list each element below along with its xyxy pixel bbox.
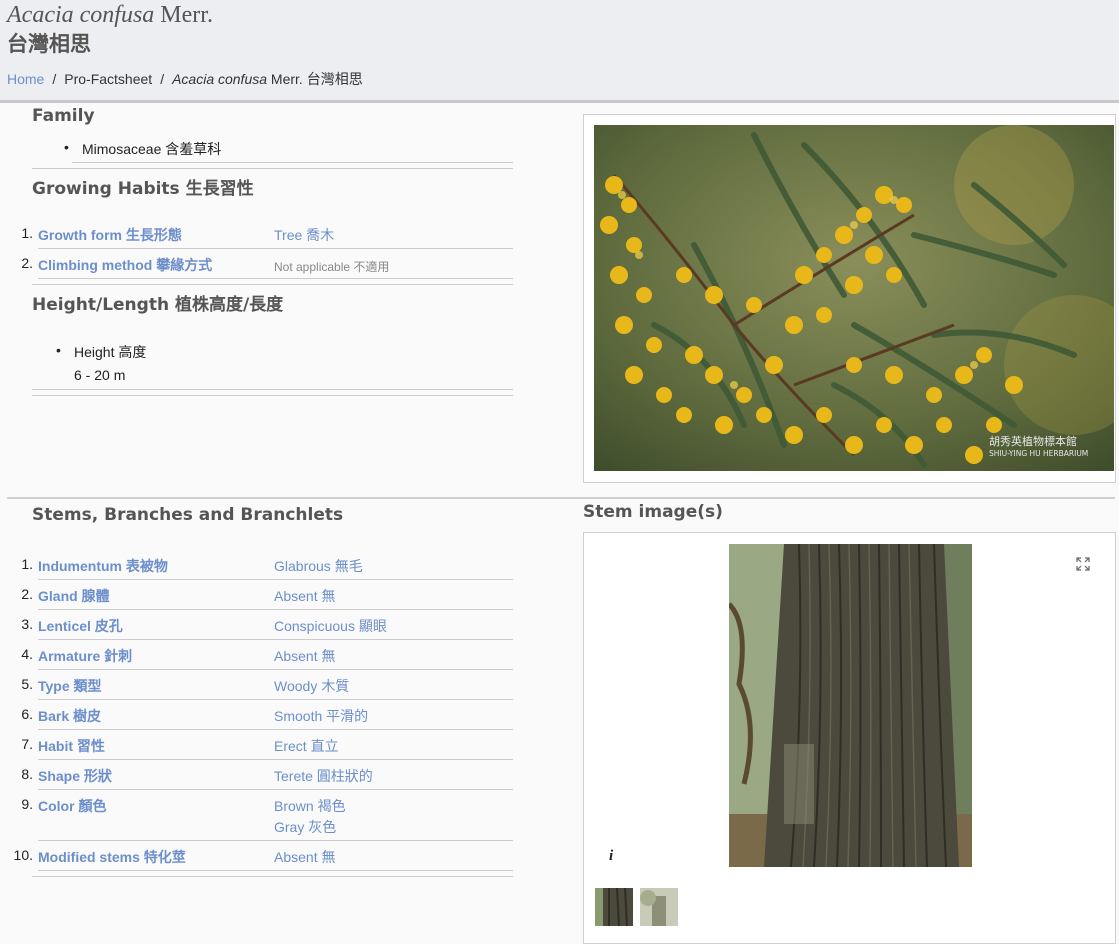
gland-label[interactable]: Gland 腺體 — [38, 586, 110, 606]
watermark-cn: 胡秀英植物標本館 — [989, 434, 1077, 448]
bark-value[interactable]: Smooth 平滑的 — [274, 706, 368, 727]
row-number: 8. — [21, 766, 33, 782]
color-value-gray[interactable]: Gray 灰色 — [274, 819, 336, 835]
stem-images-heading: Stem image(s) — [583, 502, 723, 522]
stem-row: 5. Type 類型 Woody 木質 — [0, 670, 513, 700]
watermark-en: SHIU-YING HU HERBARIUM — [989, 449, 1088, 458]
climbing-method-row: 2. Climbing method 攀緣方式 Not applicable 不… — [0, 249, 513, 279]
breadcrumb-home-link[interactable]: Home — [7, 71, 44, 87]
climbing-method-label[interactable]: Climbing method 攀緣方式 — [38, 255, 212, 275]
content-divider — [7, 497, 1115, 499]
height-divider — [32, 389, 513, 390]
row-number: 1. — [21, 556, 33, 572]
stem-row: 2. Gland 腺體 Absent 無 — [0, 580, 513, 610]
row-number: 2. — [21, 586, 33, 602]
stem-thumbnail-1[interactable] — [595, 888, 633, 926]
row-number: 1. — [21, 225, 33, 241]
row-number: 10. — [13, 847, 33, 863]
thumbnail-graphic — [640, 888, 678, 926]
growth-form-row: 1. Growth form 生長形態 Tree 喬木 — [0, 219, 513, 249]
section-divider — [32, 876, 513, 877]
shape-value[interactable]: Terete 圓柱狀的 — [274, 766, 373, 787]
row-divider — [38, 870, 513, 871]
stem-photo-graphic — [729, 544, 972, 867]
growth-form-label[interactable]: Growth form 生長形態 — [38, 225, 182, 245]
thumbnail-graphic — [595, 888, 633, 926]
modified-stems-label[interactable]: Modified stems 特化莖 — [38, 847, 186, 867]
bark-label[interactable]: Bark 樹皮 — [38, 706, 101, 726]
lenticel-label[interactable]: Lenticel 皮孔 — [38, 616, 123, 636]
stem-row: 8. Shape 形狀 Terete 圓柱狀的 — [0, 760, 513, 790]
breadcrumb-species: Acacia confusa — [172, 71, 268, 87]
stem-photo[interactable] — [729, 544, 972, 867]
type-label[interactable]: Type 類型 — [38, 676, 102, 696]
row-number: 9. — [21, 796, 33, 812]
armature-value[interactable]: Absent 無 — [274, 646, 335, 667]
expand-icon-graphic — [1076, 557, 1090, 571]
row-number: 4. — [21, 646, 33, 662]
section-divider — [32, 168, 513, 169]
modified-stems-value[interactable]: Absent 無 — [274, 847, 335, 868]
lenticel-value[interactable]: Conspicuous 顯眼 — [274, 616, 387, 637]
color-label[interactable]: Color 顏色 — [38, 796, 106, 816]
section-divider — [32, 284, 513, 285]
type-value[interactable]: Woody 木質 — [274, 676, 349, 697]
row-number: 2. — [21, 255, 33, 271]
shape-label[interactable]: Shape 形狀 — [38, 766, 112, 786]
stems-heading: Stems, Branches and Branchlets — [32, 505, 344, 525]
species-chinese-name: 台灣相思 — [7, 32, 91, 56]
stem-row: 9. Color 顏色 Brown 褐色 Gray 灰色 — [0, 790, 513, 841]
stem-row: 6. Bark 樹皮 Smooth 平滑的 — [0, 700, 513, 730]
stem-row: 3. Lenticel 皮孔 Conspicuous 顯眼 — [0, 610, 513, 640]
stem-thumbnail-2[interactable] — [640, 888, 678, 926]
breadcrumb: Home / Pro-Factsheet / Acacia confusa Merr. … — [7, 71, 363, 87]
growth-form-value[interactable]: Tree 喬木 — [274, 225, 334, 246]
row-divider — [38, 278, 513, 279]
species-author: Merr. — [160, 2, 213, 28]
family-heading: Family — [32, 106, 95, 126]
row-number: 7. — [21, 736, 33, 752]
stem-row: 4. Armature 針刺 Absent 無 — [0, 640, 513, 670]
family-divider — [72, 162, 513, 163]
height-value: 6 - 20 m — [74, 367, 126, 383]
stem-row: 1. Indumentum 表被物 Glabrous 無毛 — [0, 550, 513, 580]
stem-row: 7. Habit 習性 Erect 直立 — [0, 730, 513, 760]
family-value: Mimosaceae 含羞草科 — [64, 139, 221, 159]
color-value-brown[interactable]: Brown 褐色 — [274, 798, 346, 814]
breadcrumb-section: Pro-Factsheet — [64, 71, 153, 87]
info-icon[interactable]: i — [609, 848, 613, 865]
row-number: 6. — [21, 706, 33, 722]
breadcrumb-species-rest: Merr. 台灣相思 — [270, 71, 363, 87]
climbing-method-value: Not applicable 不適用 — [274, 260, 390, 274]
indumentum-label[interactable]: Indumentum 表被物 — [38, 556, 168, 576]
height-label: Height 高度 — [56, 342, 146, 362]
page-header: Acacia confusa Merr. 台灣相思 Home / Pro-Facts… — [0, 0, 1119, 103]
species-name: Acacia confusa — [7, 2, 155, 28]
species-title: Acacia confusa Merr. — [7, 2, 213, 28]
flower-photo[interactable]: 胡秀英植物標本館 SHIU-YING HU HERBARIUM — [594, 125, 1114, 471]
row-number: 5. — [21, 676, 33, 692]
habit-label[interactable]: Habit 習性 — [38, 736, 105, 756]
section-divider — [32, 395, 513, 396]
height-heading: Height/Length 植株高度/長度 — [32, 295, 284, 315]
color-value: Brown 褐色 Gray 灰色 — [274, 796, 346, 838]
indumentum-value[interactable]: Glabrous 無毛 — [274, 556, 363, 577]
habit-value[interactable]: Erect 直立 — [274, 736, 339, 757]
row-number: 3. — [21, 616, 33, 632]
armature-label[interactable]: Armature 針刺 — [38, 646, 132, 666]
growing-habits-heading: Growing Habits 生長習性 — [32, 179, 254, 199]
stem-row: 10. Modified stems 特化莖 Absent 無 — [0, 841, 513, 871]
expand-icon[interactable] — [1076, 557, 1090, 571]
flower-photo-graphic: 胡秀英植物標本館 SHIU-YING HU HERBARIUM — [594, 125, 1114, 471]
gland-value[interactable]: Absent 無 — [274, 586, 335, 607]
